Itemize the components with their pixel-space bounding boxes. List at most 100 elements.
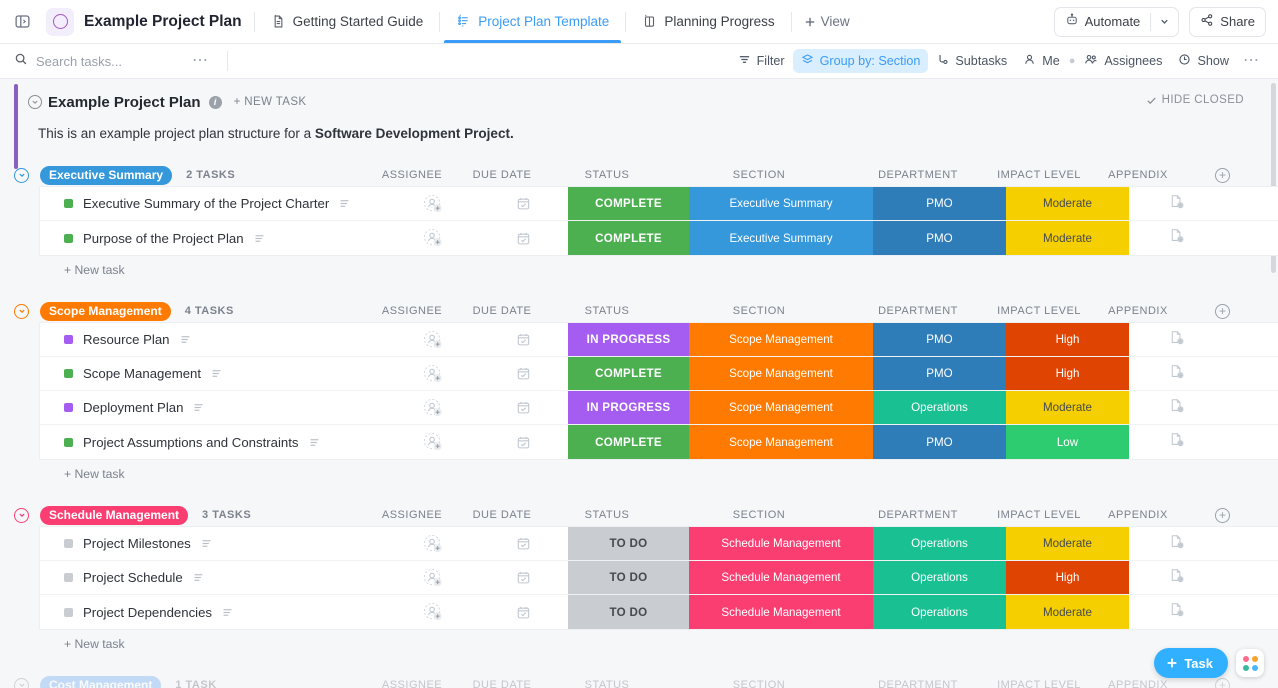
- column-header-appendix[interactable]: APPENDIX: [1108, 679, 1168, 688]
- toolbar-overflow-icon[interactable]: ⋯: [1237, 56, 1266, 66]
- add-column-button[interactable]: +: [1215, 508, 1230, 523]
- department-cell[interactable]: PMO: [873, 187, 1006, 220]
- add-assignee-icon[interactable]: [423, 398, 443, 418]
- task-name-cell[interactable]: Scope Management: [40, 357, 388, 390]
- status-cell[interactable]: IN PROGRESS: [568, 391, 689, 424]
- task-title[interactable]: Purpose of the Project Plan: [83, 231, 244, 246]
- description-icon[interactable]: [180, 334, 191, 345]
- due-date-cell[interactable]: [478, 561, 568, 594]
- column-header-status[interactable]: STATUS: [585, 679, 630, 688]
- column-header-impact-level[interactable]: IMPACT LEVEL: [997, 679, 1081, 688]
- add-assignee-icon[interactable]: [423, 568, 443, 588]
- group-name-pill[interactable]: Cost Management: [40, 676, 161, 688]
- column-header-impact-level[interactable]: IMPACT LEVEL: [997, 509, 1081, 521]
- priority-marker-icon[interactable]: [64, 369, 73, 378]
- section-cell[interactable]: Executive Summary: [689, 221, 873, 255]
- assignee-cell[interactable]: [388, 187, 478, 220]
- column-header-impact-level[interactable]: IMPACT LEVEL: [997, 305, 1081, 317]
- department-cell[interactable]: PMO: [873, 357, 1006, 390]
- add-column-button[interactable]: +: [1215, 304, 1230, 319]
- priority-marker-icon[interactable]: [64, 234, 73, 243]
- column-header-department[interactable]: DEPARTMENT: [878, 679, 958, 688]
- calendar-icon[interactable]: [516, 196, 531, 211]
- group-name-pill[interactable]: Scope Management: [40, 302, 171, 321]
- table-row[interactable]: Executive Summary of the Project Charter…: [40, 187, 1278, 221]
- apps-grid-icon[interactable]: [1236, 649, 1264, 677]
- group-by-button[interactable]: Group by: Section: [793, 49, 929, 73]
- status-cell[interactable]: COMPLETE: [568, 187, 689, 220]
- column-header-department[interactable]: DEPARTMENT: [878, 305, 958, 317]
- assignee-cell[interactable]: [388, 595, 478, 629]
- assignee-cell[interactable]: [388, 323, 478, 356]
- add-task-fab[interactable]: Task: [1154, 648, 1228, 678]
- section-cell[interactable]: Schedule Management: [689, 595, 873, 629]
- due-date-cell[interactable]: [478, 357, 568, 390]
- column-header-section[interactable]: SECTION: [733, 169, 785, 181]
- impact-level-cell[interactable]: High: [1006, 323, 1129, 356]
- column-header-appendix[interactable]: APPENDIX: [1108, 509, 1168, 521]
- task-title[interactable]: Project Milestones: [83, 536, 191, 551]
- group-name-pill[interactable]: Executive Summary: [40, 166, 172, 185]
- document-attachment-icon[interactable]: [1168, 193, 1185, 215]
- chevron-down-icon[interactable]: [14, 168, 29, 183]
- column-header-status[interactable]: STATUS: [585, 169, 630, 181]
- priority-marker-icon[interactable]: [64, 608, 73, 617]
- automate-button[interactable]: Automate: [1054, 7, 1180, 37]
- space-circle-icon[interactable]: [46, 8, 74, 36]
- table-row[interactable]: Project Assumptions and Constraints COMP…: [40, 425, 1278, 459]
- new-task-button[interactable]: + NEW TASK: [234, 96, 307, 108]
- column-header-due-date[interactable]: DUE DATE: [473, 169, 532, 181]
- impact-level-cell[interactable]: Moderate: [1006, 595, 1129, 629]
- status-cell[interactable]: TO DO: [568, 527, 689, 560]
- add-assignee-icon[interactable]: [423, 330, 443, 350]
- task-name-cell[interactable]: Project Milestones: [40, 527, 388, 560]
- section-cell[interactable]: Executive Summary: [689, 187, 873, 220]
- column-header-due-date[interactable]: DUE DATE: [473, 509, 532, 521]
- department-cell[interactable]: Operations: [873, 527, 1006, 560]
- status-cell[interactable]: TO DO: [568, 561, 689, 594]
- impact-level-cell[interactable]: High: [1006, 357, 1129, 390]
- appendix-cell[interactable]: [1129, 391, 1224, 424]
- subtasks-button[interactable]: Subtasks: [928, 49, 1015, 73]
- calendar-icon[interactable]: [516, 332, 531, 347]
- task-title[interactable]: Project Schedule: [83, 570, 183, 585]
- add-view-button[interactable]: View: [804, 14, 850, 29]
- table-row[interactable]: Deployment Plan IN PROGRESS Scope Manage…: [40, 391, 1278, 425]
- description-icon[interactable]: [254, 233, 265, 244]
- section-cell[interactable]: Schedule Management: [689, 527, 873, 560]
- add-column-button[interactable]: +: [1215, 678, 1230, 688]
- calendar-icon[interactable]: [516, 231, 531, 246]
- department-cell[interactable]: PMO: [873, 425, 1006, 459]
- add-assignee-icon[interactable]: [423, 534, 443, 554]
- task-title[interactable]: Project Assumptions and Constraints: [83, 435, 299, 450]
- document-attachment-icon[interactable]: [1168, 397, 1185, 419]
- section-cell[interactable]: Scope Management: [689, 323, 873, 356]
- group-new-task-button[interactable]: + New task: [40, 459, 1278, 481]
- add-assignee-icon[interactable]: [423, 364, 443, 384]
- impact-level-cell[interactable]: Moderate: [1006, 221, 1129, 255]
- chevron-down-icon[interactable]: [1151, 8, 1178, 36]
- assignee-cell[interactable]: [388, 561, 478, 594]
- status-cell[interactable]: COMPLETE: [568, 221, 689, 255]
- column-header-assignee[interactable]: ASSIGNEE: [382, 509, 442, 521]
- due-date-cell[interactable]: [478, 527, 568, 560]
- document-attachment-icon[interactable]: [1168, 329, 1185, 351]
- department-cell[interactable]: Operations: [873, 561, 1006, 594]
- description-icon[interactable]: [211, 368, 222, 379]
- assignee-cell[interactable]: [388, 357, 478, 390]
- priority-marker-icon[interactable]: [64, 335, 73, 344]
- assignee-cell[interactable]: [388, 391, 478, 424]
- task-name-cell[interactable]: Purpose of the Project Plan: [40, 221, 388, 255]
- due-date-cell[interactable]: [478, 595, 568, 629]
- section-cell[interactable]: Scope Management: [689, 425, 873, 459]
- description-icon[interactable]: [222, 607, 233, 618]
- priority-marker-icon[interactable]: [64, 573, 73, 582]
- priority-marker-icon[interactable]: [64, 539, 73, 548]
- priority-marker-icon[interactable]: [64, 403, 73, 412]
- description-icon[interactable]: [193, 402, 204, 413]
- due-date-cell[interactable]: [478, 425, 568, 459]
- document-attachment-icon[interactable]: [1168, 567, 1185, 589]
- assignee-cell[interactable]: [388, 425, 478, 459]
- appendix-cell[interactable]: [1129, 561, 1224, 594]
- table-row[interactable]: Project Milestones TO DO Schedule Manage…: [40, 527, 1278, 561]
